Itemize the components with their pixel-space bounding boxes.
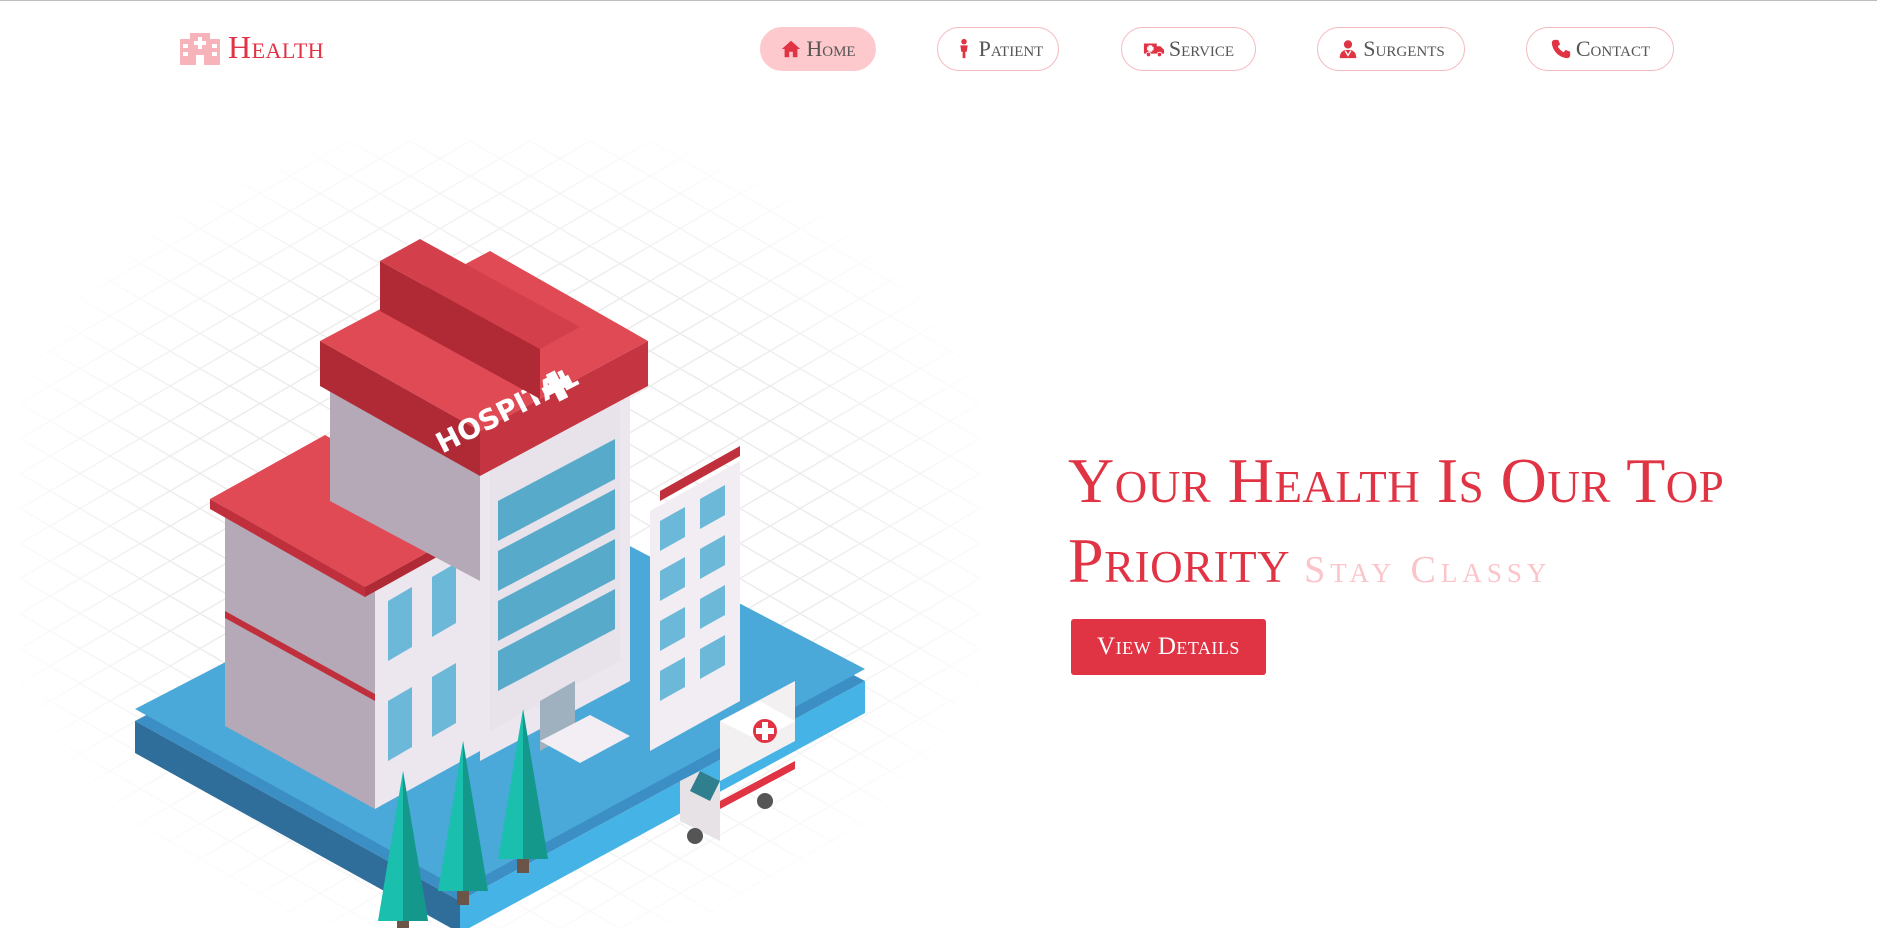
nav-patient-label: Patient xyxy=(978,36,1044,61)
nav-home-label: Home xyxy=(806,36,856,61)
main-nav: Home Patient Service Surgents Contact xyxy=(0,27,1877,75)
ambulance-icon xyxy=(1143,43,1164,58)
nav-service[interactable]: Service xyxy=(1121,27,1256,71)
doctor-icon xyxy=(1340,40,1357,59)
hospital-right-windows xyxy=(650,446,740,751)
hero-headline: Your Health Is Our Top Priority Stay Clas… xyxy=(1068,441,1858,610)
person-icon xyxy=(959,38,968,59)
view-details-button[interactable]: View Details xyxy=(1071,619,1266,675)
nav-surgents-label: Surgents xyxy=(1363,36,1445,61)
nav-service-label: Service xyxy=(1168,36,1235,61)
hero-tagline: Stay Classy xyxy=(1304,549,1552,591)
nav-patient[interactable]: Patient xyxy=(937,27,1059,71)
phone-icon xyxy=(1551,39,1571,59)
nav-contact[interactable]: Contact xyxy=(1526,27,1674,71)
home-icon xyxy=(782,40,801,58)
nav-home[interactable]: Home xyxy=(760,27,876,71)
nav-contact-label: Contact xyxy=(1575,36,1651,61)
hospital-illustration: HOSPITAL xyxy=(20,141,980,928)
nav-surgents[interactable]: Surgents xyxy=(1317,27,1465,71)
